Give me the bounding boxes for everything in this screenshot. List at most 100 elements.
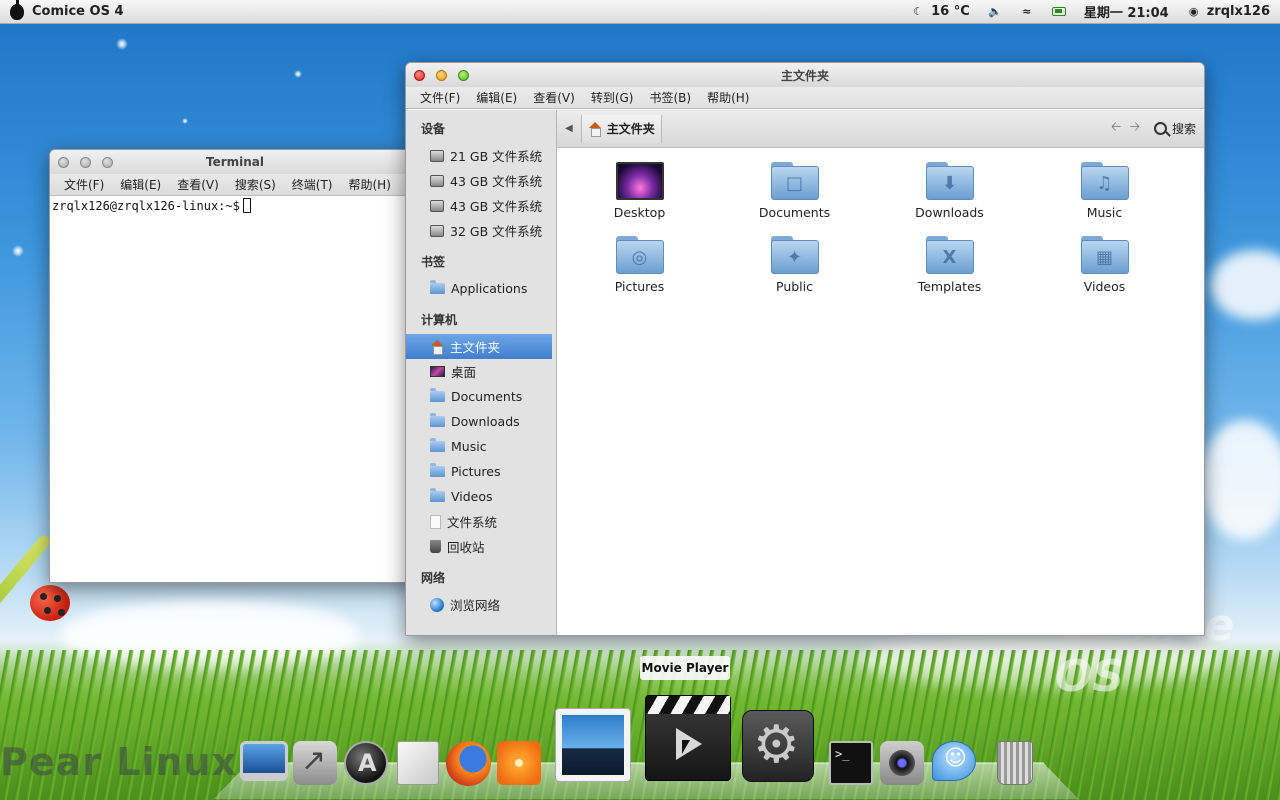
menu-file[interactable]: 文件(F): [56, 176, 112, 193]
file-item-public[interactable]: ✦ Public: [717, 236, 872, 294]
os-name: Comice OS 4: [32, 4, 124, 19]
sidebar-item-desktop[interactable]: 桌面: [406, 359, 556, 384]
sidebar-header-computer: 计算机: [421, 313, 458, 327]
sidebar-header-devices: 设备: [421, 122, 446, 136]
menu-bookmarks[interactable]: 书签(B): [641, 89, 699, 106]
terminal-window[interactable]: Terminal 文件(F) 编辑(E) 查看(V) 搜索(S) 终端(T) 帮…: [49, 149, 421, 583]
fm-pathbar: ◀ 主文件夹 🡠 🡢 搜索: [557, 110, 1204, 148]
sidebar-item-home[interactable]: 主文件夹: [406, 334, 552, 359]
menu-terminal[interactable]: 终端(T): [284, 176, 341, 193]
volume-indicator[interactable]: 🔈: [988, 5, 1002, 18]
file-grid: Desktop □ Documents ⬇ Downloads ♫ Music …: [557, 162, 1204, 294]
path-crumb-home[interactable]: 主文件夹: [580, 114, 662, 143]
file-item-documents[interactable]: □ Documents: [717, 162, 872, 220]
file-manager-window[interactable]: 主文件夹 文件(F) 编辑(E) 查看(V) 转到(G) 书签(B) 帮助(H)…: [405, 62, 1205, 636]
back-arrow-icon[interactable]: 🡠: [1111, 118, 1122, 140]
sidebar-item-documents[interactable]: Documents: [406, 384, 556, 409]
sidebar-item-videos[interactable]: Videos: [406, 484, 556, 509]
photo-viewer-icon[interactable]: [555, 708, 631, 782]
desktop-folder-icon: [615, 162, 664, 200]
sidebar-item-pictures[interactable]: Pictures: [406, 459, 556, 484]
user-menu[interactable]: ◉ zrqlx126: [1187, 4, 1270, 19]
file-item-music[interactable]: ♫ Music: [1027, 162, 1182, 220]
search-icon: [1153, 122, 1167, 135]
trash-icon[interactable]: [997, 741, 1033, 785]
menu-go[interactable]: 转到(G): [583, 89, 642, 106]
text-editor-icon[interactable]: [397, 741, 439, 785]
terminal-titlebar[interactable]: Terminal: [50, 150, 420, 174]
sidebar-item-device[interactable]: 43 GB 文件系统: [406, 168, 556, 193]
menu-view[interactable]: 查看(V): [525, 89, 583, 106]
movie-player-icon[interactable]: [645, 695, 731, 781]
camera-icon[interactable]: [880, 741, 924, 785]
folder-icon: [430, 413, 445, 427]
sidebar-item-device[interactable]: 21 GB 文件系统: [406, 143, 556, 168]
close-icon[interactable]: [58, 156, 69, 168]
sidebar-item-filesystem[interactable]: 文件系统: [406, 509, 556, 534]
media-burner-icon[interactable]: [497, 741, 541, 785]
fm-sidebar: 设备 21 GB 文件系统 43 GB 文件系统 43 GB 文件系统 32 G…: [406, 110, 557, 635]
wifi-indicator[interactable]: ≈: [1020, 5, 1034, 18]
wallpaper-cloud: [1210, 250, 1280, 320]
launcher-rocket-icon[interactable]: [293, 741, 337, 785]
maximize-icon[interactable]: [458, 69, 469, 81]
weather-indicator[interactable]: ☾ 16 °C: [911, 4, 970, 19]
file-item-label: Pictures: [614, 279, 665, 294]
sidebar-item-trash[interactable]: 回收站: [406, 534, 556, 559]
weather-icon: ☾: [913, 4, 924, 18]
file-item-pictures[interactable]: ◎ Pictures: [562, 236, 717, 294]
terminal-output[interactable]: zrqlx126@zrqlx126-linux:~$: [50, 196, 420, 215]
menu-help[interactable]: 帮助(H): [341, 176, 399, 193]
file-item-templates[interactable]: X Templates: [872, 236, 1027, 294]
sidebar-item-music[interactable]: Music: [406, 434, 556, 459]
terminal-icon[interactable]: >_: [829, 741, 873, 785]
fm-titlebar[interactable]: 主文件夹: [406, 63, 1204, 87]
maximize-icon[interactable]: [102, 156, 113, 168]
sidebar-item-applications[interactable]: Applications: [406, 276, 556, 301]
menu-file[interactable]: 文件(F): [412, 89, 468, 106]
templates-folder-icon: X: [925, 236, 974, 274]
folder-icon: [430, 488, 445, 502]
folder-icon: [430, 438, 445, 452]
finder-computer-icon[interactable]: [240, 741, 288, 781]
forward-arrow-icon[interactable]: 🡢: [1129, 118, 1140, 140]
file-item-label: Public: [776, 279, 813, 294]
sidebar-item-label: 浏览网络: [450, 598, 501, 613]
system-settings-icon[interactable]: [742, 710, 814, 782]
menu-search[interactable]: 搜索(S): [227, 176, 284, 193]
sidebar-item-label: Applications: [451, 281, 528, 296]
fm-menubar: 文件(F) 编辑(E) 查看(V) 转到(G) 书签(B) 帮助(H): [406, 87, 1204, 109]
menu-edit[interactable]: 编辑(E): [112, 176, 169, 193]
pear-logo-icon: [10, 0, 24, 20]
battery-indicator[interactable]: [1051, 7, 1066, 16]
sidebar-item-device[interactable]: 43 GB 文件系统: [406, 193, 556, 218]
home-icon: [588, 122, 602, 137]
file-item-videos[interactable]: ▦ Videos: [1027, 236, 1182, 294]
file-item-downloads[interactable]: ⬇ Downloads: [872, 162, 1027, 220]
sidebar-item-downloads[interactable]: Downloads: [406, 409, 556, 434]
file-item-label: Templates: [917, 279, 982, 294]
wallpaper-sparkle: [182, 118, 188, 124]
search-button[interactable]: 搜索: [1153, 120, 1196, 137]
search-label: 搜索: [1171, 122, 1196, 136]
file-item-desktop[interactable]: Desktop: [562, 162, 717, 220]
minimize-icon[interactable]: [80, 156, 91, 168]
minimize-icon[interactable]: [436, 69, 447, 81]
menu-view[interactable]: 查看(V): [169, 176, 227, 193]
menu-edit[interactable]: 编辑(E): [468, 89, 525, 106]
clock[interactable]: 星期一 21:04: [1084, 2, 1169, 21]
app-store-icon[interactable]: [344, 741, 388, 785]
os-menu[interactable]: Comice OS 4: [10, 0, 124, 20]
nav-arrows: 🡠 🡢: [1111, 118, 1140, 140]
sidebar-item-browse-network[interactable]: 浏览网络: [406, 592, 556, 617]
sidebar-header-bookmarks: 书签: [421, 255, 446, 269]
firefox-icon[interactable]: [446, 741, 491, 786]
file-item-label: Downloads: [915, 205, 984, 220]
sidebar-item-device[interactable]: 32 GB 文件系统: [406, 218, 556, 243]
close-icon[interactable]: [414, 69, 425, 81]
sidebar-item-label: 32 GB 文件系统: [450, 224, 543, 239]
brand-watermark: Pear Linux: [0, 740, 238, 784]
path-left-arrow-icon[interactable]: ◀: [565, 123, 573, 134]
menu-help[interactable]: 帮助(H): [699, 89, 757, 106]
chat-icon[interactable]: [932, 741, 976, 781]
